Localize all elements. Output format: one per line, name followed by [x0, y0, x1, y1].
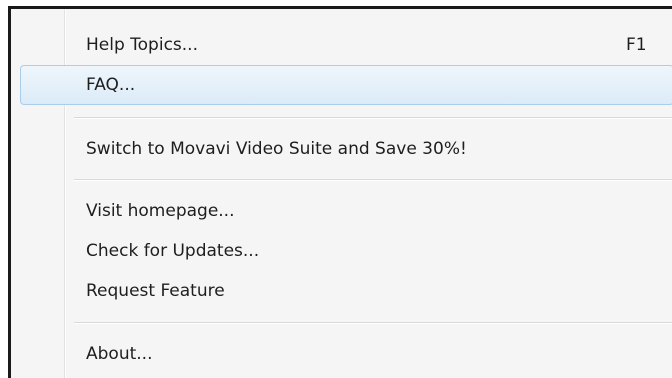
- menu-separator: [74, 117, 672, 119]
- menu-item-request-feature[interactable]: Request Feature: [20, 271, 672, 311]
- help-menu: Help Topics... F1 FAQ... Switch to Movav…: [8, 6, 672, 378]
- menu-item-label: Switch to Movavi Video Suite and Save 30…: [86, 139, 467, 159]
- screenshot-frame: Help Topics... F1 FAQ... Switch to Movav…: [0, 0, 672, 378]
- menu-item-switch-to-movavi-video-suite[interactable]: Switch to Movavi Video Suite and Save 30…: [20, 129, 672, 169]
- menu-item-check-for-updates[interactable]: Check for Updates...: [20, 231, 672, 271]
- menu-item-shortcut: F1: [626, 35, 647, 55]
- menu-item-label: Help Topics...: [86, 35, 198, 55]
- menu-item-label: About...: [86, 344, 153, 364]
- menu-item-help-topics[interactable]: Help Topics... F1: [20, 25, 672, 65]
- menu-item-label: FAQ...: [86, 75, 136, 95]
- menu-item-label: Request Feature: [86, 281, 225, 301]
- menu-item-visit-homepage[interactable]: Visit homepage...: [20, 191, 672, 231]
- menu-item-about[interactable]: About...: [20, 334, 672, 374]
- menu-item-label: Check for Updates...: [86, 241, 260, 261]
- menu-separator: [74, 322, 672, 324]
- menu-separator: [74, 179, 672, 181]
- menu-item-faq[interactable]: FAQ...: [20, 65, 672, 105]
- menu-item-label: Visit homepage...: [86, 201, 235, 221]
